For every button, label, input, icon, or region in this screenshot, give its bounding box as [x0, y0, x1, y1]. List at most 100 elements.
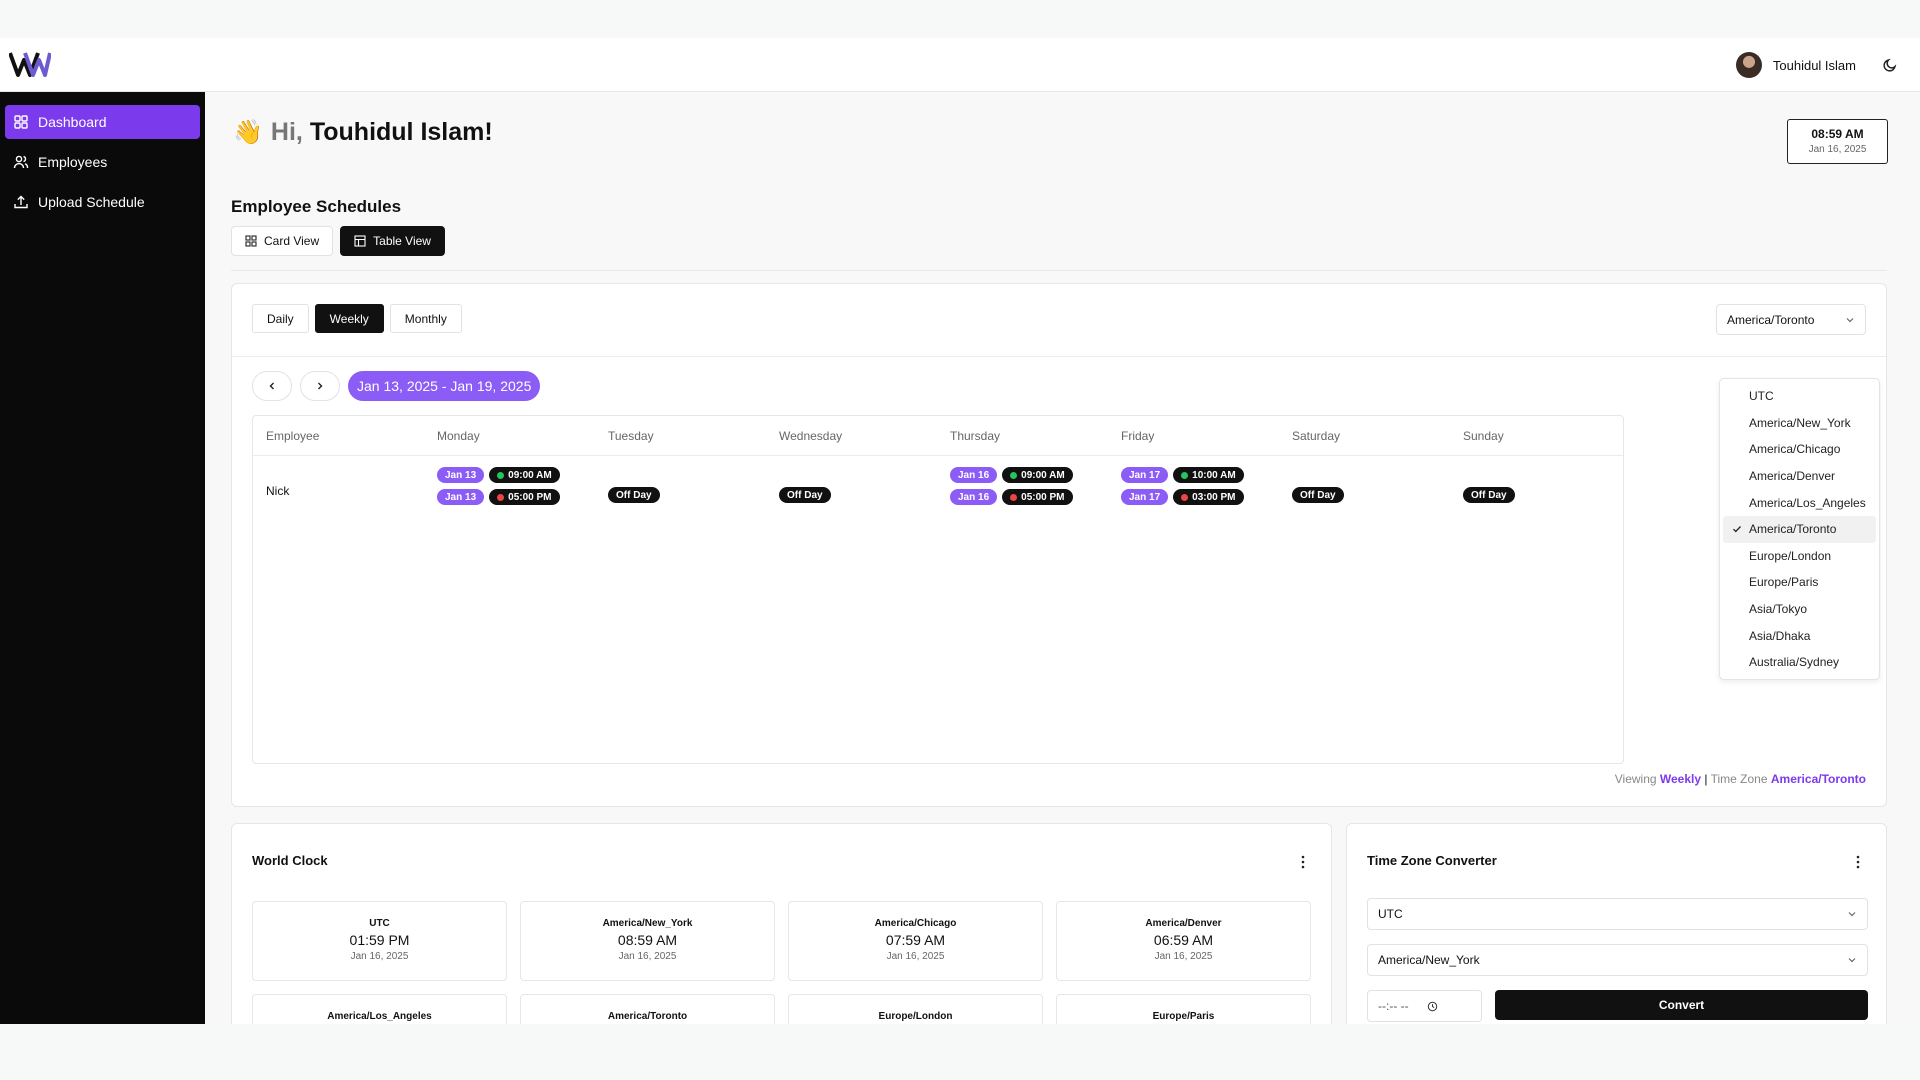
shift-end-date: Jan 13: [437, 489, 485, 505]
shift-cell-monday[interactable]: Jan 13 09:00 AM Jan 13 05:00 PM: [437, 467, 560, 511]
timezone-option-label: America/Toronto: [1749, 522, 1837, 537]
clock-icon[interactable]: [1427, 1001, 1438, 1012]
time-input[interactable]: --:-- --: [1367, 990, 1482, 1022]
clock-tile: UTC 01:59 PM Jan 16, 2025: [252, 901, 507, 981]
from-timezone-select[interactable]: UTC: [1367, 898, 1868, 930]
employee-name: Nick: [266, 484, 290, 498]
logo-icon[interactable]: [9, 50, 51, 78]
column-header: Thursday: [950, 429, 1001, 443]
tab-monthly[interactable]: Monthly: [389, 304, 462, 333]
clock-zone: UTC: [369, 918, 390, 929]
timezone-option[interactable]: America/New_York: [1723, 410, 1876, 437]
timezone-select-value: America/Toronto: [1727, 312, 1815, 327]
start-dot-icon: [1181, 471, 1189, 479]
clock-date: Jan 16, 2025: [350, 951, 409, 962]
shift-end-time-text: 03:00 PM: [1192, 491, 1236, 503]
timezone-option-label: America/Denver: [1749, 469, 1836, 484]
wave-emoji: 👋: [233, 119, 263, 146]
more-options-icon[interactable]: [1856, 855, 1860, 869]
timezone-option[interactable]: Asia/Tokyo: [1723, 596, 1876, 623]
table-view-label: Table View: [373, 234, 431, 248]
divider: [231, 270, 1887, 271]
to-timezone-select[interactable]: America/New_York: [1367, 944, 1868, 976]
to-timezone-value: America/New_York: [1378, 953, 1480, 967]
clock-tile: Europe/London: [788, 994, 1043, 1024]
user-menu[interactable]: Touhidul Islam: [1735, 38, 1920, 92]
timezone-option[interactable]: Europe/Paris: [1723, 569, 1876, 596]
shift-cell-friday[interactable]: Jan 17 10:00 AM Jan 17 03:00 PM: [1121, 467, 1244, 511]
world-clock-card: World Clock UTC 01:59 PM Jan 16, 2025 Amer…: [231, 823, 1332, 1024]
timezone-option-label: America/Los_Angeles: [1749, 495, 1866, 510]
shift-start-time-text: 10:00 AM: [1192, 469, 1236, 481]
timezone-option[interactable]: UTC: [1723, 383, 1876, 410]
grid-icon: [245, 235, 257, 247]
timezone-option-label: America/New_York: [1749, 415, 1851, 430]
timezone-option-selected[interactable]: America/Toronto: [1723, 515, 1876, 543]
timezone-option-label: Asia/Dhaka: [1749, 628, 1811, 643]
sidebar-item-upload-schedule[interactable]: Upload Schedule: [5, 185, 200, 219]
clock-zone: America/Los_Angeles: [327, 1011, 432, 1022]
timezone-option-label: Asia/Tokyo: [1749, 602, 1808, 617]
off-day-badge-tuesday: Off Day: [608, 487, 660, 503]
column-header: Sunday: [1463, 429, 1504, 443]
viewing-status: Viewing Weekly | Time Zone America/Toron…: [1615, 772, 1866, 786]
clock-zone: America/New_York: [602, 918, 693, 929]
avatar[interactable]: [1735, 52, 1762, 78]
clock-tile: America/Denver 06:59 AM Jan 16, 2025: [1056, 901, 1311, 981]
timezone-select[interactable]: America/Toronto: [1716, 304, 1866, 335]
period-tabs: Daily Weekly Monthly: [252, 304, 462, 333]
clock-zone: Europe/London: [878, 1011, 953, 1022]
convert-button[interactable]: Convert: [1495, 990, 1868, 1020]
clock-tile: America/Chicago 07:59 AM Jan 16, 2025: [788, 901, 1043, 981]
date-range-pill[interactable]: Jan 13, 2025 - Jan 19, 2025: [348, 371, 541, 401]
clock-time: 07:59 AM: [885, 932, 946, 948]
timezone-option[interactable]: America/Chicago: [1723, 436, 1876, 463]
greeting-name: Touhidul Islam!: [309, 118, 493, 146]
moon-icon[interactable]: [1882, 57, 1898, 73]
timezone-option[interactable]: America/Denver: [1723, 463, 1876, 490]
shift-cell-thursday[interactable]: Jan 16 09:00 AM Jan 16 05:00 PM: [950, 467, 1073, 511]
time-zone-converter-card: Time Zone Converter UTC America/New_York…: [1346, 823, 1887, 1024]
shift-end-time: 05:00 PM: [1002, 489, 1073, 505]
tab-daily[interactable]: Daily: [252, 304, 309, 333]
start-dot-icon: [1010, 471, 1018, 479]
timezone-option[interactable]: Asia/Dhaka: [1723, 622, 1876, 649]
prev-week-button[interactable]: [252, 371, 292, 401]
clock-grid: UTC 01:59 PM Jan 16, 2025 America/New_York…: [252, 901, 1311, 1024]
clock-tile: America/New_York 08:59 AM Jan 16, 2025: [520, 901, 775, 981]
card-view-button[interactable]: Card View: [231, 226, 334, 256]
sidebar-item-dashboard[interactable]: Dashboard: [5, 105, 200, 139]
clock-tile: America/Toronto: [520, 994, 775, 1024]
more-options-icon[interactable]: [1301, 855, 1305, 869]
clock-tile: America/Los_Angeles: [252, 994, 507, 1024]
next-week-button[interactable]: [300, 371, 340, 401]
clock-date: Jan 16, 2025: [1154, 951, 1213, 962]
tab-weekly[interactable]: Weekly: [314, 304, 384, 333]
sidebar: Dashboard Employees Upload Schedule: [0, 92, 205, 1024]
column-header: Tuesday: [608, 429, 654, 443]
view-toggle: Card View Table View: [231, 226, 445, 256]
off-day-badge-wednesday: Off Day: [779, 487, 831, 503]
shift-end-date: Jan 17: [1121, 489, 1169, 505]
sidebar-item-employees[interactable]: Employees: [5, 145, 200, 179]
time-input-placeholder: --:-- --: [1378, 999, 1409, 1013]
user-name[interactable]: Touhidul Islam: [1773, 58, 1856, 73]
viewing-label: Viewing: [1614, 772, 1657, 786]
clock-tile: Europe/Paris: [1056, 994, 1311, 1024]
divider: [232, 356, 1886, 357]
clock-time: 08:59 AM: [617, 932, 678, 948]
timezone-option-label: UTC: [1749, 389, 1774, 404]
start-dot-icon: [497, 471, 505, 479]
current-date: Jan 16, 2025: [1808, 144, 1867, 155]
timezone-option[interactable]: Australia/Sydney: [1723, 649, 1876, 676]
sidebar-item-label: Upload Schedule: [38, 194, 145, 210]
schedule-table: Employee Monday Tuesday Wednesday Thursd…: [252, 415, 1624, 764]
timezone-option[interactable]: America/Los_Angeles: [1723, 489, 1876, 516]
world-clock-title: World Clock: [252, 853, 328, 868]
timezone-option-label: Europe/Paris: [1749, 575, 1819, 590]
timezone-value: America/Toronto: [1770, 772, 1866, 786]
sidebar-item-label: Employees: [38, 154, 108, 170]
greeting-hi: Hi,: [270, 118, 303, 146]
timezone-option[interactable]: Europe/London: [1723, 543, 1876, 570]
table-view-button[interactable]: Table View: [340, 226, 445, 256]
